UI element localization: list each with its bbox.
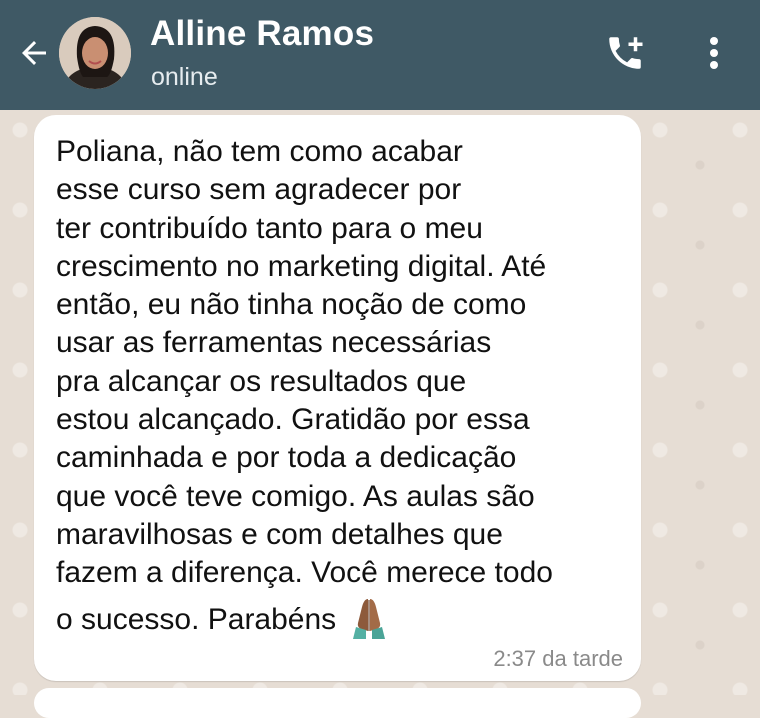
- message-line: pra alcançar os resultados que: [56, 364, 467, 398]
- avatar[interactable]: [59, 17, 131, 89]
- more-options-button[interactable]: [696, 28, 732, 78]
- message-line: o sucesso. Parabéns: [56, 602, 337, 636]
- contact-status: online: [151, 63, 218, 91]
- contact-name[interactable]: Alline Ramos: [150, 14, 374, 54]
- message-text: Poliana, não tem como acabar esse curso …: [56, 133, 636, 649]
- back-button[interactable]: [12, 33, 56, 73]
- message-line-last: o sucesso. Parabéns: [56, 593, 636, 649]
- chat-header: Alline Ramos online: [0, 0, 760, 110]
- arrow-left-icon: [22, 41, 46, 65]
- message-line: caminhada e por toda a dedicação: [56, 441, 517, 475]
- message-timestamp: 2:37 da tarde: [493, 646, 623, 671]
- more-vertical-icon: [710, 37, 718, 69]
- message-line: esse curso sem agradecer por: [56, 173, 462, 207]
- message-line: que você teve comigo. As aulas são: [56, 479, 535, 513]
- message-line: estou alcançado. Gratidão por essa: [56, 403, 530, 437]
- add-call-button[interactable]: [598, 28, 652, 78]
- message-line: ter contribuído tanto para o meu: [56, 211, 483, 245]
- message-line: maravilhosas e com detalhes que: [56, 517, 503, 551]
- next-message-bubble[interactable]: [34, 688, 641, 718]
- message-line: então, eu não tinha noção de como: [56, 288, 527, 322]
- message-line: crescimento no marketing digital. Até: [56, 249, 547, 283]
- message-bubble[interactable]: Poliana, não tem como acabar esse curso …: [34, 115, 641, 681]
- folded-hands-icon: [350, 593, 388, 649]
- message-line: Poliana, não tem como acabar: [56, 135, 463, 168]
- add-call-icon: [609, 37, 643, 69]
- message-line: usar as ferramentas necessárias: [56, 326, 492, 360]
- message-line: fazem a diferença. Você merece todo: [56, 556, 553, 590]
